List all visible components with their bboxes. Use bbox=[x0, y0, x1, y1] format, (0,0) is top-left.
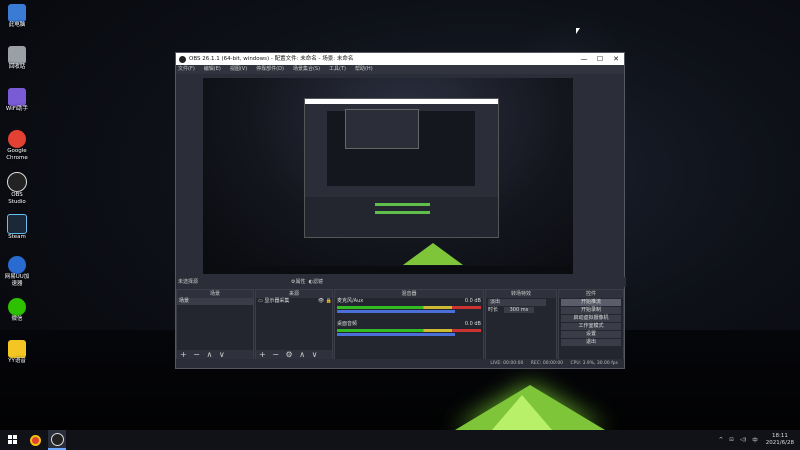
obs-window: OBS 26.1.1 (64-bit, windows) - 配置文件: 未命名… bbox=[175, 52, 626, 369]
clock[interactable]: 18:11 2021/6/28 bbox=[766, 433, 794, 447]
tray-expand-icon[interactable]: ^ bbox=[719, 437, 724, 443]
tent-highlight bbox=[492, 395, 552, 430]
dock-title: 混音器 bbox=[335, 290, 483, 298]
start-streaming-button[interactable]: 开始推流 bbox=[561, 299, 621, 306]
menu-view[interactable]: 视图(V) bbox=[230, 65, 247, 74]
taskbar-chrome[interactable] bbox=[26, 431, 44, 449]
dock-title: 来源 bbox=[256, 290, 332, 298]
dock-title: 转场特效 bbox=[486, 290, 556, 298]
desktop-icon-steam[interactable]: Steam bbox=[2, 214, 32, 241]
menu-file[interactable]: 文件(F) bbox=[178, 65, 195, 74]
volume-icon[interactable]: ◁) bbox=[740, 437, 746, 443]
menu-scene-collection[interactable]: 场景集合(S) bbox=[293, 65, 320, 74]
duration-input[interactable]: 300 ms bbox=[503, 307, 535, 313]
recursive-preview-window bbox=[304, 98, 499, 238]
desktop-icon-label: 网易UU加速器 bbox=[4, 274, 30, 287]
clock-time: 18:11 bbox=[771, 433, 788, 439]
status-bar: LIVE: 00:00:00 REC: 00:00:00 CPU: 3.9%, … bbox=[176, 359, 624, 368]
menu-bar: 文件(F) 编辑(E) 视图(V) 停靠部件(D) 场景集合(S) 工具(T) … bbox=[176, 65, 624, 74]
windows-icon bbox=[8, 435, 17, 444]
virtual-camera-button[interactable]: 启动虚拟摄像机 bbox=[561, 315, 621, 322]
desktop-icon-label: Google Chrome bbox=[6, 148, 28, 161]
clock-date: 2021/6/28 bbox=[765, 440, 794, 446]
mouse-cursor bbox=[576, 28, 580, 34]
live-status: LIVE: 00:00:00 bbox=[490, 361, 524, 366]
chrome-icon bbox=[29, 434, 41, 446]
wechat-icon bbox=[8, 298, 26, 316]
source-toolbar: 未选择源 ⚙属性 ◐滤镜 bbox=[176, 277, 626, 287]
system-tray: ^ ⊡ ◁) 中 18:11 2021/6/28 bbox=[719, 433, 794, 447]
computer-icon bbox=[8, 4, 26, 22]
desktop-icon-label: Steam bbox=[8, 234, 26, 240]
dock-title: 场景 bbox=[177, 290, 253, 298]
desktop-icon-computer[interactable]: 此电脑 bbox=[2, 4, 32, 29]
steam-icon bbox=[7, 214, 27, 234]
dock-title: 控件 bbox=[559, 290, 623, 298]
obs-logo-icon bbox=[179, 55, 186, 63]
mixer-dock: 混音器 麦克风/Aux 0.0 dB 桌面音频 0.0 dB bbox=[334, 289, 484, 361]
window-titlebar[interactable]: OBS 26.1.1 (64-bit, windows) - 配置文件: 未命名… bbox=[176, 53, 624, 65]
chrome-icon bbox=[8, 130, 26, 148]
uu-accelerator-icon bbox=[8, 256, 26, 274]
no-source-label: 未选择源 bbox=[178, 279, 199, 285]
desktop-icon-wechat[interactable]: 微信 bbox=[2, 298, 32, 323]
menu-help[interactable]: 帮助(H) bbox=[355, 65, 373, 74]
menu-tools[interactable]: 工具(T) bbox=[329, 65, 346, 74]
desktop-icon-label: 此电脑 bbox=[8, 22, 26, 28]
controls-dock: 控件 开始推流 开始录制 启动虚拟摄像机 工作室模式 设置 退出 bbox=[558, 289, 624, 361]
preview-tent bbox=[403, 243, 463, 265]
scenes-dock: 场景 场景 + − ∧ ∨ bbox=[176, 289, 254, 361]
recycle-bin-icon bbox=[8, 46, 26, 64]
source-item[interactable]: ▭ 显示器采集 👁 🔒 bbox=[256, 298, 332, 305]
start-recording-button[interactable]: 开始录制 bbox=[561, 307, 621, 314]
desktop-icon-obs[interactable]: OBS Studio bbox=[2, 172, 32, 206]
desktop-icon-label: YY语音 bbox=[8, 358, 26, 364]
desktop-icon-label: 回收站 bbox=[8, 64, 26, 70]
wifi-assistant-icon bbox=[8, 88, 26, 106]
network-icon[interactable]: ⊡ bbox=[729, 437, 734, 443]
obs-icon bbox=[50, 432, 64, 446]
transitions-dock: 转场特效 淡出 时长 300 ms bbox=[485, 289, 557, 361]
taskbar-obs[interactable] bbox=[48, 430, 66, 450]
desktop-icon-recycle-bin[interactable]: 回收站 bbox=[2, 46, 32, 71]
input-method-icon[interactable]: 中 bbox=[752, 436, 758, 444]
exit-button[interactable]: 退出 bbox=[561, 339, 621, 346]
mic-meter bbox=[337, 306, 481, 309]
obs-icon bbox=[7, 172, 27, 192]
scene-item[interactable]: 场景 bbox=[177, 298, 253, 305]
mixer-channel-desktop: 桌面音频 0.0 dB bbox=[337, 321, 481, 327]
desktop-icon-yy[interactable]: YY语音 bbox=[2, 340, 32, 365]
transition-select[interactable]: 淡出 bbox=[488, 299, 546, 306]
cpu-status: CPU: 3.9%, 30.00 fps bbox=[570, 361, 619, 366]
mixer-channel-mic: 麦克风/Aux 0.0 dB bbox=[337, 298, 481, 304]
settings-button[interactable]: 设置 bbox=[561, 331, 621, 338]
taskbar: ^ ⊡ ◁) 中 18:11 2021/6/28 bbox=[0, 430, 800, 450]
desktop-icon-chrome[interactable]: Google Chrome bbox=[2, 130, 32, 162]
desktop-meter bbox=[337, 329, 481, 332]
sources-dock: 来源 ▭ 显示器采集 👁 🔒 + − ⚙ ∧ ∨ bbox=[255, 289, 333, 361]
properties-button[interactable]: 属性 bbox=[295, 279, 305, 285]
start-button[interactable] bbox=[4, 431, 22, 449]
preview-taskbar bbox=[203, 266, 573, 274]
filters-button[interactable]: 滤镜 bbox=[313, 279, 323, 285]
minimize-button[interactable]: — bbox=[576, 53, 592, 65]
menu-edit[interactable]: 编辑(E) bbox=[204, 65, 221, 74]
studio-mode-button[interactable]: 工作室模式 bbox=[561, 323, 621, 330]
rec-status: REC: 00:00:00 bbox=[530, 361, 564, 366]
yy-icon bbox=[8, 340, 26, 358]
maximize-button[interactable]: ☐ bbox=[592, 53, 608, 65]
desktop-icon-label: OBS Studio bbox=[8, 192, 26, 205]
preview-canvas[interactable] bbox=[203, 78, 573, 274]
desktop-volume-slider[interactable] bbox=[337, 333, 455, 336]
desktop-icon-label: 微信 bbox=[11, 316, 23, 322]
desktop-icon-uu[interactable]: 网易UU加速器 bbox=[2, 256, 32, 288]
desktop-icon-wifi-assistant[interactable]: WiFi助手 bbox=[2, 88, 32, 113]
desktop-icon-label: WiFi助手 bbox=[5, 106, 29, 112]
window-title: OBS 26.1.1 (64-bit, windows) - 配置文件: 未命名… bbox=[189, 56, 354, 62]
close-button[interactable]: ✕ bbox=[608, 53, 624, 65]
menu-docks[interactable]: 停靠部件(D) bbox=[256, 65, 284, 74]
mic-volume-slider[interactable] bbox=[337, 310, 455, 313]
duration-row: 时长 300 ms bbox=[486, 307, 556, 314]
